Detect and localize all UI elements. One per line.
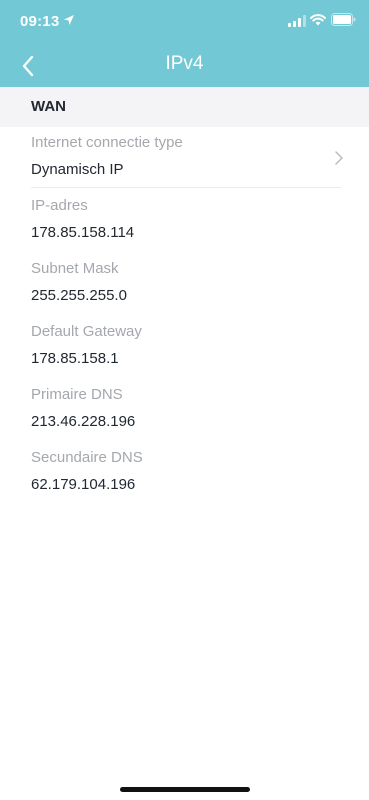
- field-label: Secundaire DNS: [31, 449, 143, 466]
- primary-dns-row: Primaire DNS 213.46.228.196: [31, 386, 341, 431]
- home-indicator[interactable]: [120, 787, 250, 792]
- field-label: Primaire DNS: [31, 386, 123, 403]
- section-header-wan: WAN: [0, 87, 369, 127]
- field-value: 213.46.228.196: [31, 413, 136, 430]
- field-label: Default Gateway: [31, 323, 142, 340]
- section-title: WAN: [31, 98, 66, 115]
- field-value: 178.85.158.114: [31, 224, 135, 241]
- wifi-icon: [310, 14, 326, 26]
- field-value: Dynamisch IP: [31, 161, 124, 178]
- app-header: 09:13 IPv4: [0, 0, 369, 87]
- field-label: IP-adres: [31, 197, 88, 214]
- chevron-right-icon: [335, 151, 343, 165]
- row-divider: [31, 187, 341, 188]
- ip-address-row: IP-adres 178.85.158.114: [31, 197, 341, 242]
- field-label: Subnet Mask: [31, 260, 119, 277]
- field-label: Internet connectie type: [31, 134, 183, 151]
- secondary-dns-row: Secundaire DNS 62.179.104.196: [31, 449, 341, 494]
- default-gateway-row: Default Gateway 178.85.158.1: [31, 323, 341, 368]
- field-value: 255.255.255.0: [31, 287, 127, 304]
- field-value: 62.179.104.196: [31, 476, 136, 493]
- field-value: 178.85.158.1: [31, 350, 119, 367]
- battery-icon: [331, 13, 356, 26]
- location-arrow-icon: [64, 15, 74, 25]
- page-title: IPv4: [165, 53, 204, 74]
- nav-bar: IPv4: [0, 44, 369, 87]
- status-time: 09:13: [20, 13, 60, 30]
- status-bar: 09:13: [0, 0, 369, 44]
- subnet-mask-row: Subnet Mask 255.255.255.0: [31, 260, 341, 305]
- internet-connection-type-row[interactable]: Internet connectie type Dynamisch IP: [31, 134, 331, 179]
- cellular-signal-icon: [288, 15, 306, 27]
